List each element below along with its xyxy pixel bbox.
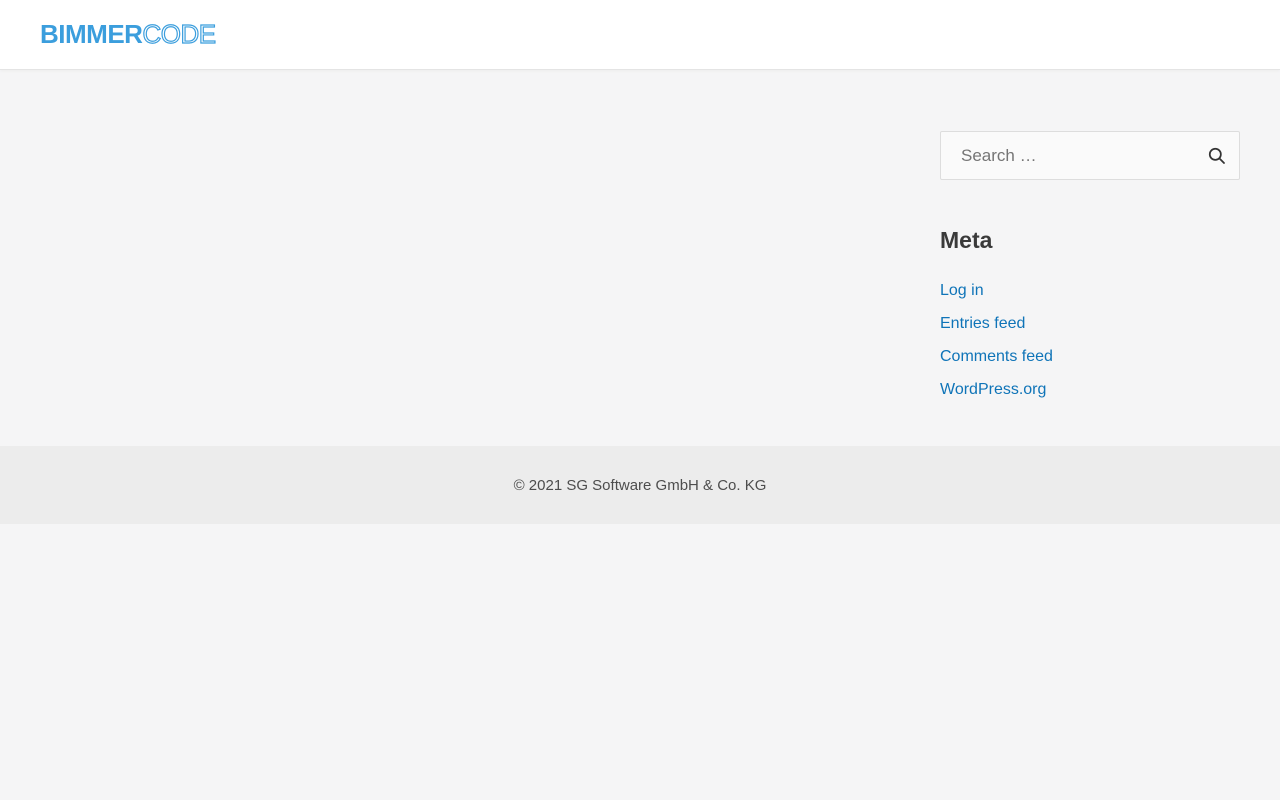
search-icon bbox=[1208, 147, 1225, 164]
copyright-text: © 2021 SG Software GmbH & Co. KG bbox=[513, 476, 767, 494]
logo-text-light: CODE bbox=[142, 19, 217, 49]
main-content: Meta Log in Entries feed Comments feed W… bbox=[0, 70, 1280, 446]
list-item: Log in bbox=[940, 282, 1240, 299]
search-form bbox=[940, 131, 1240, 180]
meta-link-log-in[interactable]: Log in bbox=[940, 282, 984, 299]
meta-link-list: Log in Entries feed Comments feed WordPr… bbox=[940, 282, 1240, 398]
site-logo[interactable]: BIMMERCODE bbox=[40, 19, 217, 49]
list-item: Entries feed bbox=[940, 315, 1240, 332]
content-area bbox=[40, 70, 940, 446]
logo-text-bold: BIMMER bbox=[40, 19, 143, 49]
meta-link-comments-feed[interactable]: Comments feed bbox=[940, 348, 1053, 365]
list-item: WordPress.org bbox=[940, 381, 1240, 398]
meta-heading: Meta bbox=[940, 227, 993, 253]
meta-widget: Meta Log in Entries feed Comments feed W… bbox=[940, 228, 1240, 398]
sidebar: Meta Log in Entries feed Comments feed W… bbox=[940, 70, 1240, 446]
meta-link-wordpress-org[interactable]: WordPress.org bbox=[940, 381, 1046, 398]
meta-link-entries-feed[interactable]: Entries feed bbox=[940, 315, 1025, 332]
search-submit-button[interactable] bbox=[1192, 131, 1240, 180]
site-footer: © 2021 SG Software GmbH & Co. KG bbox=[0, 446, 1280, 524]
list-item: Comments feed bbox=[940, 348, 1240, 365]
site-header: BIMMERCODE bbox=[0, 0, 1280, 70]
